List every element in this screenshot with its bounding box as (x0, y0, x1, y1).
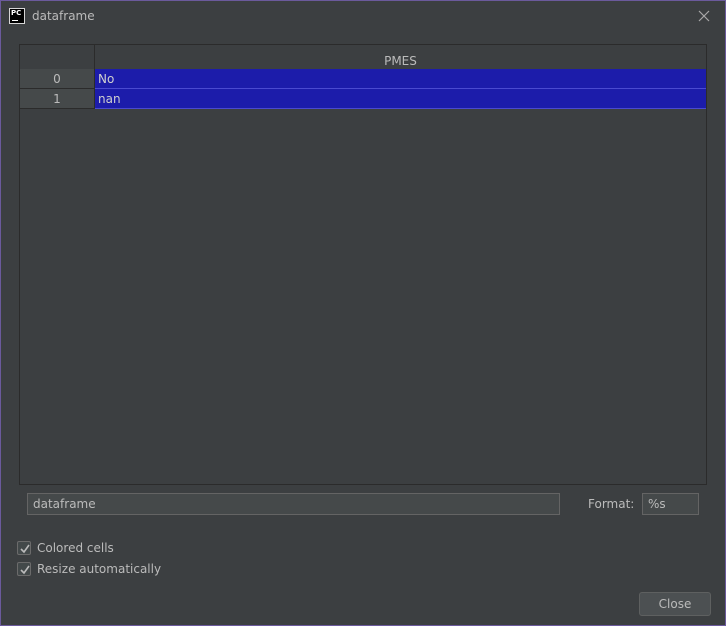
index-header (20, 45, 95, 69)
colored-cells-checkbox[interactable] (17, 541, 31, 555)
table-header-row: PMES (20, 45, 706, 70)
pycharm-app-icon: PC (9, 8, 25, 24)
close-button[interactable]: Close (639, 592, 711, 616)
column-header-pmes[interactable]: PMES (95, 45, 706, 69)
row-index[interactable]: 0 (20, 69, 95, 89)
format-input[interactable]: %s (642, 493, 699, 515)
close-icon[interactable] (697, 9, 711, 23)
table-row[interactable]: 1 nan (20, 89, 706, 109)
resize-automatically-label[interactable]: Resize automatically (37, 562, 161, 576)
dialog-window: PC dataframe PMES 0 No 1 nan dataframe F… (0, 0, 726, 626)
checkmark-icon (20, 565, 30, 575)
checkmark-icon (20, 544, 30, 554)
table-cell[interactable]: nan (95, 89, 706, 109)
expression-input[interactable]: dataframe (27, 493, 560, 515)
dataframe-table[interactable]: PMES 0 No 1 nan (19, 44, 707, 485)
colored-cells-label[interactable]: Colored cells (37, 541, 114, 555)
format-label: Format: (588, 497, 635, 511)
row-index[interactable]: 1 (20, 89, 95, 109)
resize-automatically-checkbox[interactable] (17, 562, 31, 576)
app-icon-text: PC (11, 9, 22, 17)
window-title: dataframe (32, 9, 95, 23)
table-cell[interactable]: No (95, 69, 706, 89)
title-bar[interactable]: PC dataframe (1, 1, 725, 33)
table-row[interactable]: 0 No (20, 69, 706, 89)
